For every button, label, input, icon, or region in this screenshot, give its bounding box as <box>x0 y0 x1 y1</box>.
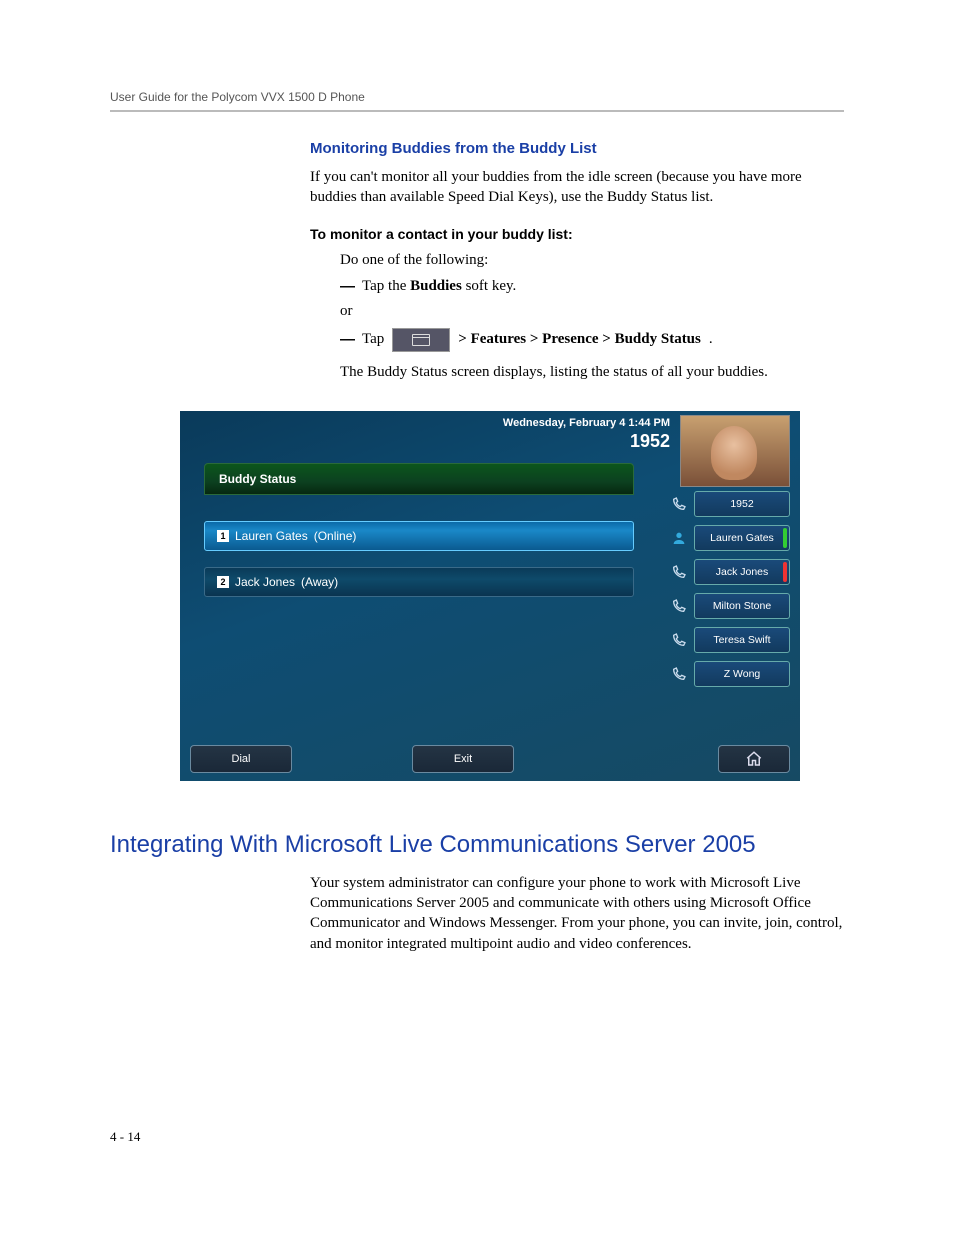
handset-icon <box>670 631 688 649</box>
text-do-one: Do one of the following: <box>340 250 844 270</box>
bullet-tap-buddies: — Tap the Buddies soft key. <box>340 278 844 295</box>
side-chip-contact[interactable]: Jack Jones <box>670 559 790 585</box>
softkey-exit[interactable]: Exit <box>412 745 514 773</box>
buddy-name: Jack Jones <box>235 575 295 589</box>
heading-to-monitor: To monitor a contact in your buddy list: <box>310 226 844 242</box>
dash-icon: — <box>340 331 354 348</box>
side-chip-contact[interactable]: Teresa Swift <box>670 627 790 653</box>
paragraph-intro: If you can't monitor all your buddies fr… <box>310 167 844 208</box>
side-chip-contact[interactable]: Lauren Gates <box>670 525 790 551</box>
period: . <box>709 331 713 348</box>
buddy-name: Lauren Gates <box>235 529 308 543</box>
handset-icon <box>670 563 688 581</box>
handset-icon <box>670 495 688 513</box>
home-icon <box>745 750 763 768</box>
paragraph-lcs: Your system administrator can configure … <box>310 873 844 954</box>
handset-icon <box>670 665 688 683</box>
handset-icon <box>670 597 688 615</box>
chip-button[interactable]: 1952 <box>694 491 790 517</box>
bullet-tap-menu-path: — Tap > Features > Presence > Buddy Stat… <box>340 328 844 352</box>
bullet-text: Tap the Buddies soft key. <box>362 278 516 295</box>
avatar <box>680 415 790 487</box>
dash-icon: — <box>340 278 354 295</box>
phone-extension: 1952 <box>503 431 670 452</box>
buddy-status-panel: Buddy Status 1 Lauren Gates (Online) 2 J… <box>204 463 634 613</box>
phone-datetime: Wednesday, February 4 1:44 PM <box>503 417 670 429</box>
heading-monitoring-buddies: Monitoring Buddies from the Buddy List <box>310 140 844 157</box>
chip-button[interactable]: Teresa Swift <box>694 627 790 653</box>
chip-button[interactable]: Z Wong <box>694 661 790 687</box>
page-number: 4 - 14 <box>110 1129 140 1145</box>
side-contact-list: 1952 Lauren Gates Jack Jones Milton Ston… <box>670 491 790 687</box>
text-or: or <box>340 303 844 320</box>
chip-button[interactable]: Milton Stone <box>694 593 790 619</box>
softkey-dial[interactable]: Dial <box>190 745 292 773</box>
side-chip-contact[interactable]: Z Wong <box>670 661 790 687</box>
softkey-home[interactable] <box>718 745 790 773</box>
menu-icon <box>392 328 450 352</box>
index-badge: 2 <box>217 576 229 588</box>
text-result: The Buddy Status screen displays, listin… <box>340 364 844 381</box>
person-icon <box>670 529 688 547</box>
side-chip-contact[interactable]: Milton Stone <box>670 593 790 619</box>
bullet-text: Tap > Features > Presence > Buddy Status… <box>362 328 713 352</box>
heading-integrating-lcs: Integrating With Microsoft Live Communic… <box>110 831 844 859</box>
chip-button[interactable]: Lauren Gates <box>694 525 790 551</box>
panel-title: Buddy Status <box>204 463 634 495</box>
softkey-bar: Dial Exit <box>190 745 790 773</box>
buddy-status: (Online) <box>314 529 357 543</box>
side-chip-self[interactable]: 1952 <box>670 491 790 517</box>
phone-screenshot: Wednesday, February 4 1:44 PM 1952 1952 … <box>180 411 800 781</box>
running-header: User Guide for the Polycom VVX 1500 D Ph… <box>110 90 844 112</box>
buddy-status: (Away) <box>301 575 338 589</box>
phone-clock: Wednesday, February 4 1:44 PM 1952 <box>503 417 670 452</box>
chip-button[interactable]: Jack Jones <box>694 559 790 585</box>
buddy-row[interactable]: 1 Lauren Gates (Online) <box>204 521 634 551</box>
index-badge: 1 <box>217 530 229 542</box>
buddy-row[interactable]: 2 Jack Jones (Away) <box>204 567 634 597</box>
